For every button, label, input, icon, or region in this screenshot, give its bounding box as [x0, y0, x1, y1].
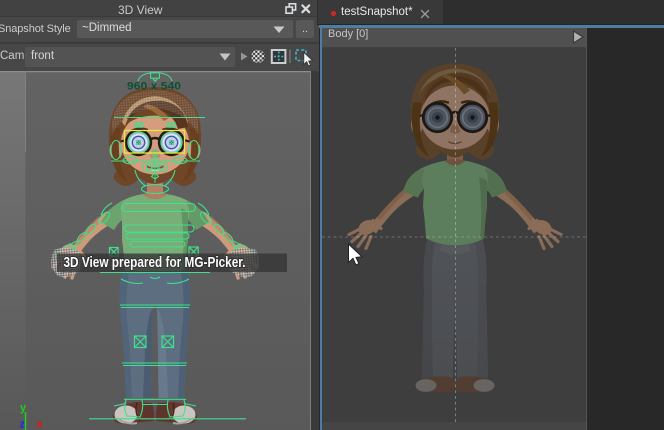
svg-text:y: y [20, 402, 27, 414]
svg-text:z: z [20, 419, 26, 430]
svg-text:x: x [37, 419, 44, 430]
svg-text:3D View prepared for MG-Picker: 3D View prepared for MG-Picker. [64, 254, 246, 271]
